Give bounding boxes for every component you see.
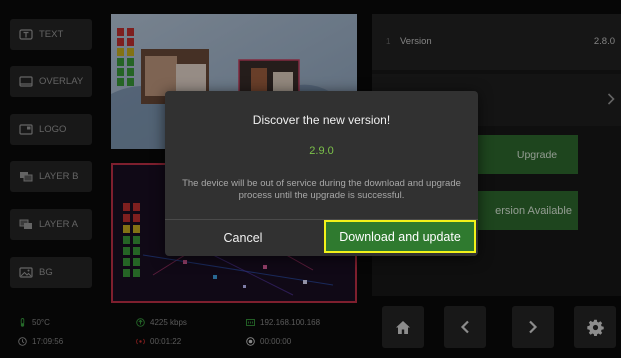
new-version-label: 2.9.0	[309, 145, 334, 157]
dialog-message: The device will be out of service during…	[182, 178, 461, 201]
dialog-title: Discover the new version!	[252, 113, 391, 127]
cancel-button[interactable]: Cancel	[165, 220, 321, 256]
download-and-update-button[interactable]: Download and update	[324, 220, 476, 253]
update-dialog: Discover the new version! 2.9.0 The devi…	[165, 91, 478, 256]
